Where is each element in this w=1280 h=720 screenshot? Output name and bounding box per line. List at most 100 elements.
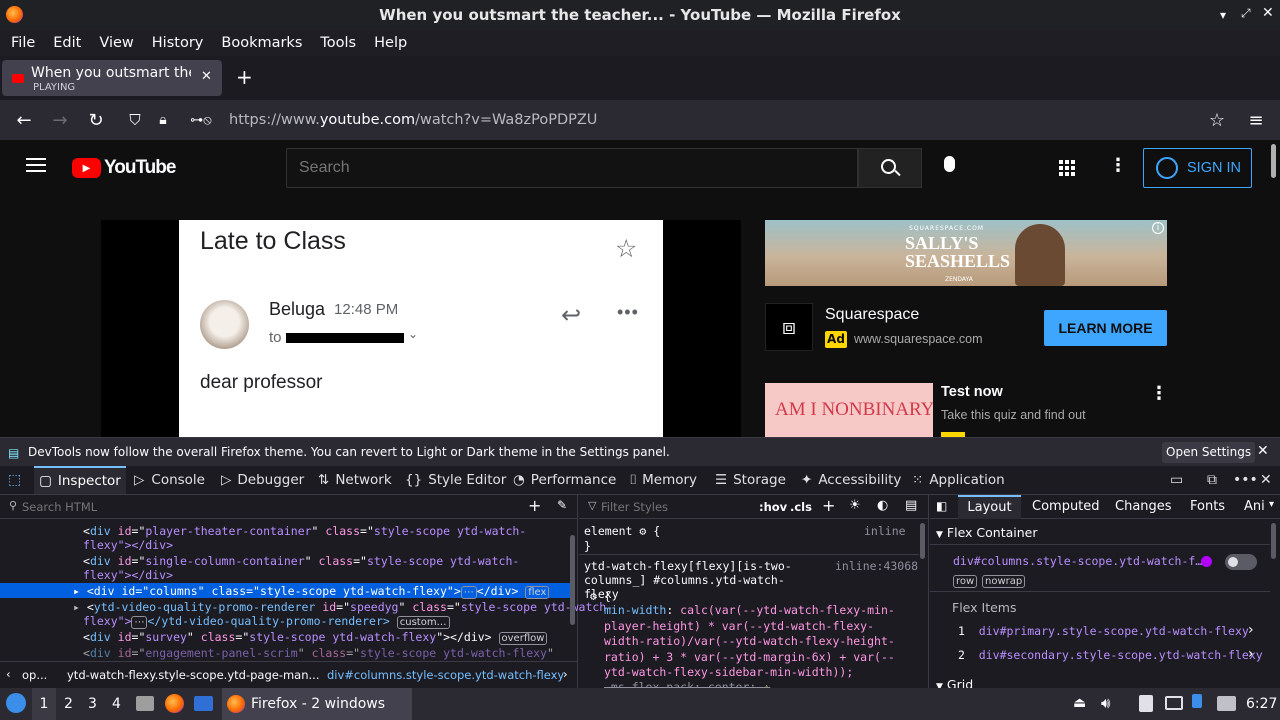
file-manager-icon[interactable] xyxy=(136,696,154,711)
tab-application[interactable]: ⁙ Application xyxy=(912,466,1005,494)
rules-scrollbar[interactable] xyxy=(920,523,925,559)
hov-toggle[interactable]: :hov xyxy=(759,500,787,514)
html-line-2[interactable]: <div id="single-column-container" class=… xyxy=(83,554,519,568)
microphone-icon[interactable] xyxy=(944,156,955,172)
overflow-badge[interactable]: overflow xyxy=(498,632,548,645)
element-rule-source[interactable]: inline xyxy=(864,524,906,538)
layout-scrollbar[interactable] xyxy=(1271,523,1276,559)
html-line-4[interactable]: ▸ <ytd-video-quality-promo-renderer id="… xyxy=(73,600,613,614)
back-icon[interactable]: ← xyxy=(12,100,36,140)
search-box[interactable] xyxy=(286,148,858,188)
new-tab-icon[interactable]: + xyxy=(236,65,253,89)
tab-performance[interactable]: ◔ Performance xyxy=(513,466,616,494)
eyedropper-icon[interactable]: ✎ xyxy=(557,498,567,512)
tab-network[interactable]: ⇅ Network xyxy=(318,466,392,494)
app-menu-icon[interactable]: ≡ xyxy=(1244,100,1268,140)
workspace-4[interactable]: 4 xyxy=(112,696,121,712)
tab-animations[interactable]: Ani xyxy=(1244,499,1265,514)
chevron-right-icon[interactable]: › xyxy=(1248,622,1254,638)
html-line-1[interactable]: <div id="player-theater-container" class… xyxy=(83,524,526,538)
flex-highlight-toggle[interactable] xyxy=(1225,554,1257,570)
breadcrumb-1[interactable]: op... xyxy=(22,668,47,682)
filter-styles-input[interactable] xyxy=(601,498,741,516)
html-line-5[interactable]: <div id="survey" class="style-scope ytd-… xyxy=(83,630,548,645)
desktop-icon[interactable] xyxy=(194,696,213,711)
grid-header[interactable]: ▼ Grid xyxy=(936,677,973,688)
mail-icon[interactable] xyxy=(1217,696,1236,711)
flex-item-1[interactable]: 1 div#primary.style-scope.ytd-watch-flex… xyxy=(958,624,1249,638)
notification-icon[interactable] xyxy=(1192,694,1202,708)
permissions-icon[interactable]: ⊶⦸ xyxy=(181,100,221,140)
sign-in-button[interactable]: SIGN IN xyxy=(1143,148,1252,188)
rule-next-decl[interactable]: -ms-flex-pack: center; ⚠ xyxy=(604,680,770,688)
html-line-6[interactable]: <div id="engagement-panel-scrim" class="… xyxy=(83,646,554,660)
hamburger-menu-icon[interactable] xyxy=(26,158,46,172)
ellipsis-badge[interactable]: ⋯ xyxy=(460,586,477,599)
menu-view[interactable]: View xyxy=(90,35,142,51)
tab-accessibility[interactable]: ✦ Accessibility xyxy=(801,466,901,494)
learn-more-button[interactable]: LEARN MORE xyxy=(1044,310,1167,346)
menu-bookmarks[interactable]: Bookmarks xyxy=(212,35,311,51)
markup-scrollbar[interactable] xyxy=(570,535,575,625)
url-bar[interactable]: https://www.youtube.com/watch?v=Wa8zPoPD… xyxy=(229,100,597,140)
tray-upload-icon[interactable]: ⏏ xyxy=(1073,695,1086,711)
workspace-2[interactable]: 2 xyxy=(64,696,73,712)
flex-item-2[interactable]: 2 div#secondary.style-scope.ytd-watch-fl… xyxy=(958,648,1263,662)
ellipsis-badge[interactable]: ⋯ xyxy=(131,616,148,629)
close-window-icon[interactable]: ✕ xyxy=(1262,5,1274,21)
lock-icon[interactable]: 🔒︎ xyxy=(151,100,175,140)
tab-storage[interactable]: ☰ Storage xyxy=(715,466,786,494)
firefox-launcher-icon[interactable] xyxy=(165,694,184,713)
flex-badge[interactable]: flex xyxy=(525,586,550,599)
add-node-icon[interactable]: + xyxy=(528,496,541,515)
ad-info-icon[interactable]: i xyxy=(1152,222,1164,234)
chevron-right-icon[interactable]: › xyxy=(1248,646,1254,662)
menu-file[interactable]: File xyxy=(2,35,44,51)
print-media-icon[interactable]: ▤ xyxy=(905,498,917,513)
tab-layout[interactable]: Layout xyxy=(958,495,1021,519)
forward-icon[interactable]: → xyxy=(48,100,72,140)
breadcrumb-3[interactable]: div#columns.style-scope.ytd-watch-flexy xyxy=(327,668,564,682)
open-settings-button[interactable]: Open Settings xyxy=(1162,442,1256,463)
element-picker-icon[interactable]: ⬚ xyxy=(8,466,21,494)
display-icon[interactable] xyxy=(1165,696,1183,710)
responsive-mode-icon[interactable]: ▭ xyxy=(1170,466,1183,494)
suggested-more-icon[interactable]: ⋮ xyxy=(1150,383,1168,404)
suggested-thumbnail[interactable]: AM I NONBINARY? xyxy=(765,383,933,437)
tab-fonts[interactable]: Fonts xyxy=(1190,499,1225,514)
breadcrumb-2[interactable]: ytd-watch-flexy.style-scope.ytd-page-man… xyxy=(67,668,319,682)
menu-tools[interactable]: Tools xyxy=(311,35,365,51)
toggle-sidebar-icon[interactable]: ◧ xyxy=(936,499,947,513)
dock-icon[interactable]: ⧉ xyxy=(1207,466,1217,494)
close-tab-icon[interactable]: ✕ xyxy=(201,69,212,84)
menu-edit[interactable]: Edit xyxy=(44,35,90,51)
tab-computed[interactable]: Computed xyxy=(1032,499,1100,514)
flex-color-swatch[interactable] xyxy=(1201,556,1212,567)
tab-debugger[interactable]: ▷ Debugger xyxy=(221,466,304,494)
devtools-menu-icon[interactable]: ••• xyxy=(1233,466,1258,494)
youtube-logo[interactable]: ▶ YouTube xyxy=(72,157,176,179)
maximize-icon[interactable]: ⤢ xyxy=(1241,6,1251,21)
html-line-3[interactable]: ▸ <div id="columns" class="style-scope y… xyxy=(73,584,550,599)
tabs-overflow-icon[interactable]: ▾ xyxy=(1269,499,1274,510)
tab-console[interactable]: ▷ Console xyxy=(134,466,205,494)
taskbar-firefox-window[interactable]: Firefox - 2 windows xyxy=(222,688,412,720)
tab-changes[interactable]: Changes xyxy=(1115,499,1172,514)
menu-help[interactable]: Help xyxy=(365,35,416,51)
apps-grid-icon[interactable] xyxy=(1059,160,1075,176)
workspace-3[interactable]: 3 xyxy=(88,696,97,712)
page-scrollbar-thumb[interactable] xyxy=(1271,144,1276,178)
dismiss-notice-icon[interactable]: ✕ xyxy=(1257,443,1269,459)
suggested-title[interactable]: Test now xyxy=(941,384,1003,400)
start-menu-icon[interactable] xyxy=(6,693,26,713)
more-options-icon[interactable]: ⋮ xyxy=(1109,155,1127,176)
tab-inspector[interactable]: ▢ Inspector xyxy=(34,466,126,494)
light-theme-icon[interactable]: ☀ xyxy=(849,498,861,513)
flex-container-header[interactable]: ▼ Flex Container xyxy=(936,525,1038,540)
search-html-input[interactable] xyxy=(22,498,502,516)
minimize-icon[interactable]: ▾ xyxy=(1220,8,1226,22)
search-input[interactable] xyxy=(287,149,847,187)
clock[interactable]: 6:27 xyxy=(1246,696,1277,712)
add-rule-icon[interactable]: + xyxy=(822,496,835,515)
breadcrumb-next-icon[interactable]: › xyxy=(563,667,568,681)
